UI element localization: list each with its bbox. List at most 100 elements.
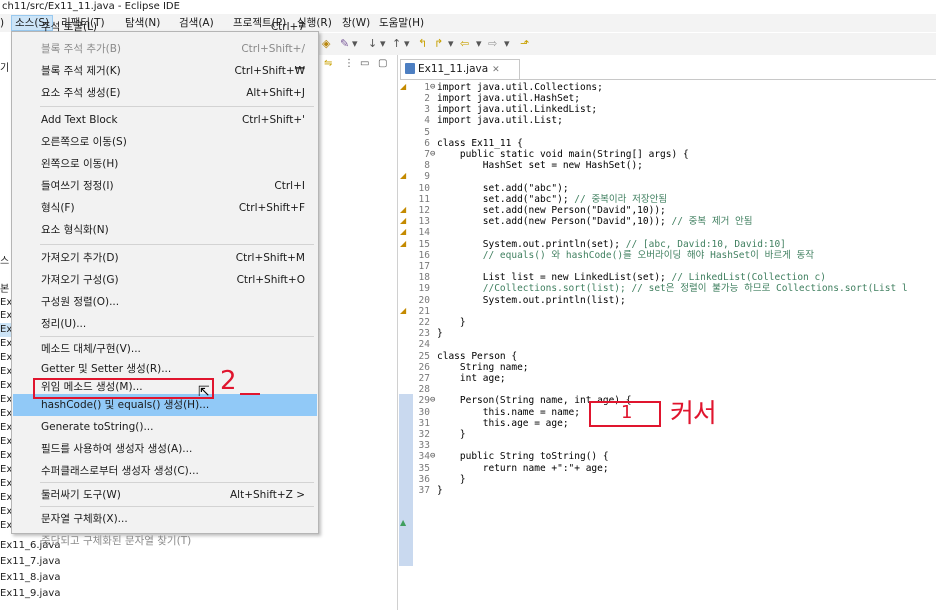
tree-item-ex11-8[interactable]: Ex11_8.java — [0, 571, 60, 585]
mouse-pointer-icon: ⇱ — [198, 384, 210, 400]
warning-marker-icon[interactable]: ◢ — [400, 216, 411, 226]
menu-item-clean-up[interactable]: 정리(U)... — [13, 313, 317, 335]
code-line[interactable]: HashSet set = new HashSet(); — [437, 160, 643, 171]
line-number: 32 — [418, 429, 430, 440]
tree-item-ex11-9[interactable]: Ex11_9.java — [0, 587, 60, 601]
next-annotation-icon[interactable]: ↓ — [368, 37, 377, 51]
code-line[interactable]: public static void main(String[] args) { — [437, 149, 689, 160]
warning-marker-icon[interactable]: ◢ — [400, 306, 411, 316]
code-line[interactable]: // equals() 와 hashCode()를 오버라이딩 해야 HashS… — [437, 250, 814, 261]
code-line[interactable]: System.out.println(set); // [abc, David:… — [437, 239, 786, 250]
code-comment: // [abc, David:10, David:10] — [620, 239, 786, 250]
override-marker-icon[interactable]: ▲ — [400, 518, 411, 528]
menu-item-surround-with[interactable]: 둘러싸기 도구(W) Alt+Shift+Z > — [13, 484, 317, 506]
code-line[interactable]: } — [437, 317, 466, 328]
tree-item-ex11-7[interactable]: Ex11_7.java — [0, 555, 60, 569]
menu-item-add-block-comment[interactable]: 블록 주석 추가(B) Ctrl+Shift+/ — [13, 38, 317, 60]
warning-marker-icon[interactable]: ◢ — [400, 205, 411, 215]
menu-item-find-broken-strings[interactable]: 중단되고 구체화된 문자열 찾기(T) — [13, 530, 317, 552]
menu-item-sort-members[interactable]: 구성원 정렬(O)... — [13, 291, 317, 313]
line-number: 22 — [418, 317, 430, 328]
code-line[interactable]: set.add("abc"); — [437, 183, 569, 194]
menu-separator — [40, 106, 314, 107]
fold-toggle-icon[interactable]: ⊖ — [430, 395, 435, 406]
warning-marker-icon[interactable]: ◢ — [400, 171, 411, 181]
line-number: 9 — [424, 171, 430, 182]
menu-item-override-implement-methods[interactable]: 메소드 대체/구현(V)... — [13, 338, 317, 360]
dropdown-arrow-icon[interactable]: ▾ — [404, 37, 410, 51]
minimize-view-icon[interactable]: ▭ — [360, 58, 369, 69]
menu-item-remove-block-comment[interactable]: 블록 주석 제거(K) Ctrl+Shift+₩ — [13, 60, 317, 82]
open-folder-icon[interactable]: ◈ — [322, 37, 330, 51]
menu-item-externalize-strings[interactable]: 문자열 구체화(X)... — [13, 508, 317, 530]
back-icon[interactable]: ⇦ — [460, 37, 469, 51]
dropdown-arrow-icon[interactable]: ▾ — [380, 37, 386, 51]
code-line[interactable]: import java.util.Collections; — [437, 82, 603, 93]
link-with-editor-icon[interactable]: ⇋ — [324, 58, 332, 69]
editor-tab-ex11-11[interactable]: Ex11_11.java ✕ — [400, 59, 520, 79]
menu-item-organize-imports[interactable]: 가져오기 구성(G) Ctrl+Shift+O — [13, 269, 317, 291]
code-line[interactable]: import java.util.List; — [437, 115, 563, 126]
edit-icon[interactable]: ✎ — [340, 37, 349, 51]
warning-marker-icon[interactable]: ◢ — [400, 82, 411, 92]
dropdown-arrow-icon[interactable]: ▾ — [476, 37, 482, 51]
menu-item-shift-right[interactable]: 오른쪽으로 이동(S) — [13, 131, 317, 153]
fold-toggle-icon[interactable]: ⊖ — [430, 82, 435, 93]
code-line[interactable]: System.out.println(list); — [437, 295, 626, 306]
close-tab-icon[interactable]: ✕ — [492, 65, 500, 75]
code-line[interactable]: set.add("abc"); // 중복이라 저장안됨 — [437, 194, 667, 205]
code-line[interactable]: this.age = age; — [437, 418, 569, 429]
code-line[interactable]: } — [437, 485, 443, 496]
code-line[interactable]: String name; — [437, 362, 529, 373]
menu-item-format-element[interactable]: 요소 형식화(N) — [13, 219, 317, 241]
menu-window[interactable]: 창(W) — [339, 15, 373, 31]
dropdown-arrow-icon[interactable]: ▾ — [448, 37, 454, 51]
maximize-view-icon[interactable]: ▢ — [378, 58, 387, 69]
forward-icon[interactable]: ⇨ — [488, 37, 497, 51]
menubar-edge-fragment[interactable]: ) — [0, 15, 7, 31]
code-line[interactable]: this.name = name; — [437, 407, 580, 418]
menu-item-correct-indentation[interactable]: 들여쓰기 정정(I) Ctrl+I — [13, 175, 317, 197]
code-line[interactable]: } — [437, 474, 466, 485]
menu-item-format[interactable]: 형식(F) Ctrl+Shift+F — [13, 197, 317, 219]
line-number: 11 — [418, 194, 430, 205]
menu-item-shift-left[interactable]: 왼쪽으로 이동(H) — [13, 153, 317, 175]
menu-help[interactable]: 도움말(H) — [376, 15, 427, 31]
menu-item-add-text-block[interactable]: Add Text Block Ctrl+Shift+' — [13, 109, 317, 131]
prev-annotation-icon[interactable]: ↑ — [392, 37, 401, 51]
code-line[interactable]: int age; — [437, 373, 506, 384]
menu-item-generate-tostring[interactable]: Generate toString()... — [13, 416, 317, 438]
code-line[interactable]: class Person { — [437, 351, 517, 362]
code-line[interactable]: import java.util.LinkedList; — [437, 104, 597, 115]
code-line[interactable]: set.add(new Person("David",10)); // 중복 제… — [437, 216, 753, 227]
menu-item-generate-constructor-fields[interactable]: 필드를 사용하여 생성자 생성(A)... — [13, 438, 317, 460]
warning-marker-icon[interactable]: ◢ — [400, 239, 411, 249]
pin-editor-icon[interactable]: ⬏ — [520, 37, 529, 51]
code-line[interactable]: } — [437, 429, 466, 440]
menu-item-add-import[interactable]: 가져오기 추가(D) Ctrl+Shift+M — [13, 247, 317, 269]
last-edit-location-icon[interactable]: ↰ — [418, 37, 427, 51]
view-menu-icon[interactable]: ⋮ — [344, 58, 354, 69]
menu-item-toggle-comment[interactable]: 주석 토글(L) Ctrl+7 — [13, 16, 317, 38]
dropdown-arrow-icon[interactable]: ▾ — [504, 37, 510, 51]
menu-item-generate-element-comment[interactable]: 요소 주석 생성(E) Alt+Shift+J — [13, 82, 317, 104]
line-number: 28 — [418, 384, 430, 395]
menu-item-generate-constructors-superclass[interactable]: 수퍼클래스로부터 생성자 생성(C)... — [13, 460, 317, 482]
dropdown-arrow-icon[interactable]: ▾ — [352, 37, 358, 51]
line-number: 14 — [418, 227, 430, 238]
menu-separator — [40, 244, 314, 245]
code-line[interactable]: public String toString() { — [437, 451, 609, 462]
source-menu-dropdown: 주석 토글(L) Ctrl+7 블록 주석 추가(B) Ctrl+Shift+/ 블… — [11, 21, 319, 547]
warning-marker-icon[interactable]: ◢ — [400, 227, 411, 237]
code-line[interactable]: //Collections.sort(list); // set은 정렬이 불가… — [437, 283, 908, 294]
code-line[interactable]: set.add(new Person("David",10)); — [437, 205, 666, 216]
forward-edit-icon[interactable]: ↱ — [434, 37, 443, 51]
fold-toggle-icon[interactable]: ⊖ — [430, 451, 435, 462]
code-line[interactable]: return name +":"+ age; — [437, 463, 609, 474]
code-line[interactable]: } — [437, 328, 443, 339]
fold-toggle-icon[interactable]: ⊖ — [430, 149, 435, 160]
code-line[interactable]: List list = new LinkedList(set); // Link… — [437, 272, 826, 283]
code-line[interactable]: import java.util.HashSet; — [437, 93, 580, 104]
line-number: 4 — [424, 115, 430, 126]
code-line[interactable]: class Ex11_11 { — [437, 138, 523, 149]
